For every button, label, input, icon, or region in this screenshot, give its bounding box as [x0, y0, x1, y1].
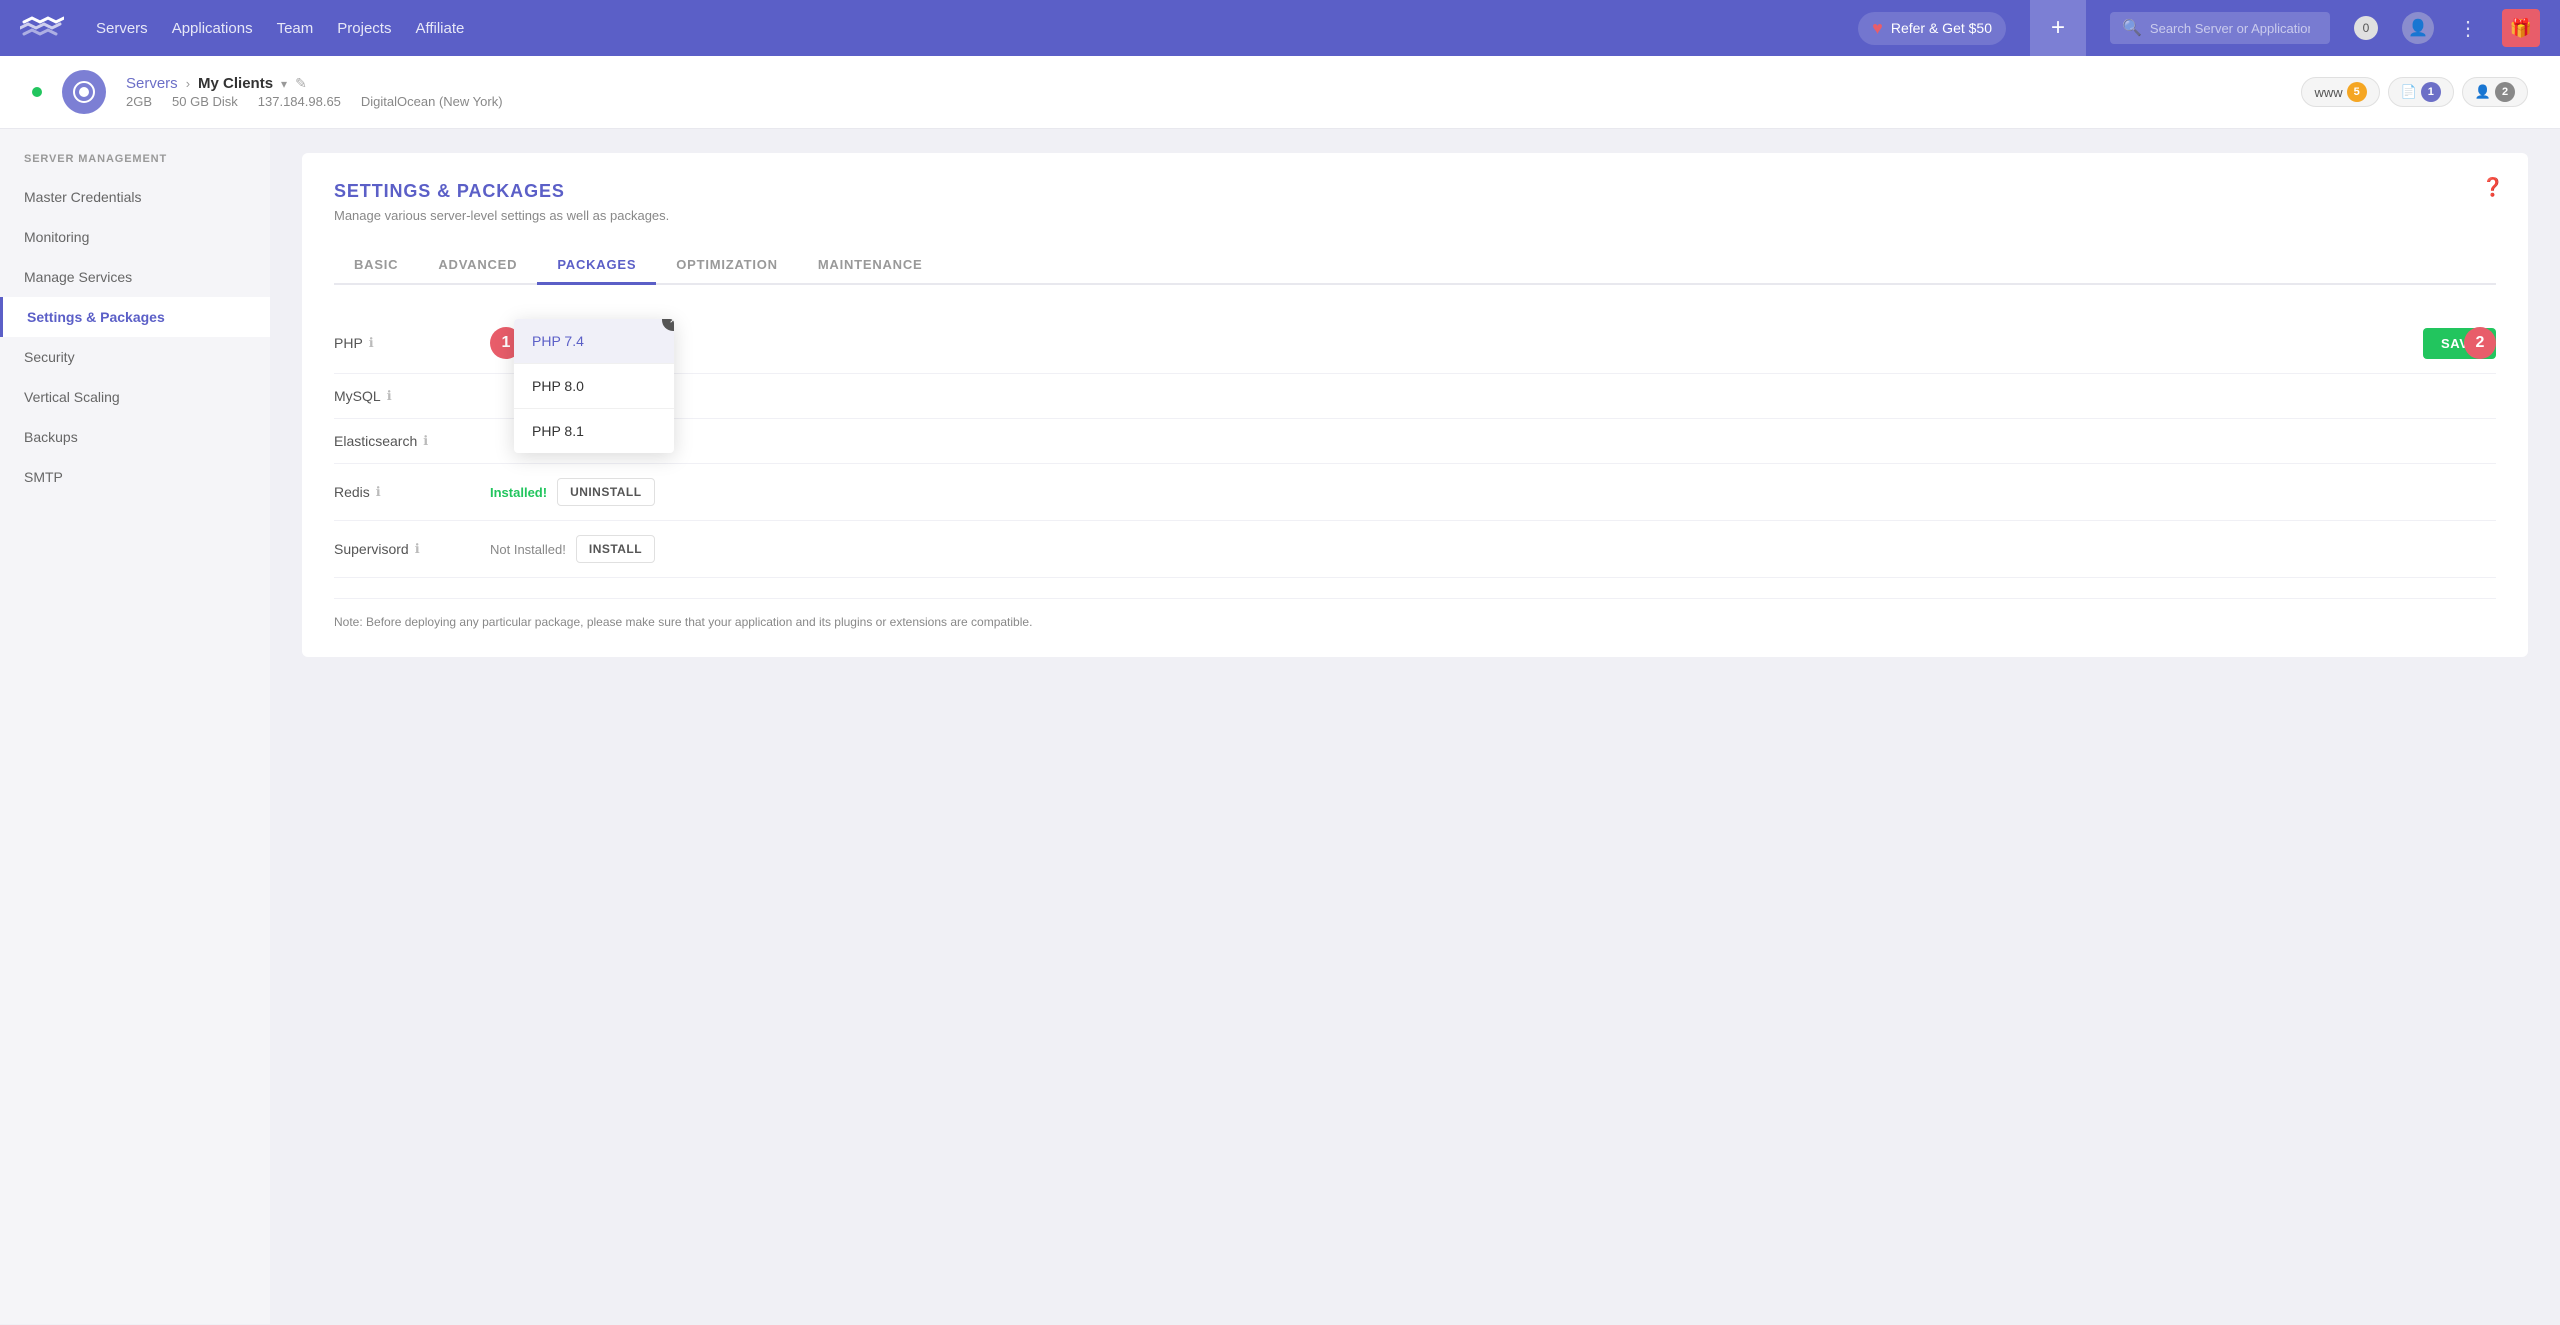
sidebar-section-title: Server Management — [0, 153, 270, 177]
tab-optimization[interactable]: OPTIMIZATION — [656, 247, 798, 285]
breadcrumb-separator: › — [186, 76, 190, 91]
content-area: SETTINGS & PACKAGES Manage various serve… — [270, 129, 2560, 1324]
php-step2-badge[interactable]: 2 — [2464, 327, 2496, 359]
refer-label: Refer & Get $50 — [1891, 20, 1992, 36]
nav-applications[interactable]: Applications — [172, 16, 253, 41]
redis-info-icon[interactable]: ℹ — [376, 484, 381, 500]
settings-title: SETTINGS & PACKAGES — [334, 181, 2496, 202]
sidebar-item-manage-services[interactable]: Manage Services — [0, 257, 270, 297]
php-option-81[interactable]: PHP 8.1 — [514, 409, 674, 453]
server-status-dot — [32, 87, 42, 97]
search-input[interactable] — [2150, 21, 2310, 36]
server-name: My Clients — [198, 75, 273, 92]
search-bar: 🔍 — [2110, 12, 2330, 44]
redis-control: Installed! UNINSTALL — [490, 478, 2496, 506]
supervisord-label: Supervisord ℹ — [334, 541, 474, 557]
settings-description: Manage various server-level settings as … — [334, 208, 2496, 223]
tab-maintenance[interactable]: MAINTENANCE — [798, 247, 943, 285]
php-option-80[interactable]: PHP 8.0 — [514, 364, 674, 409]
notification-badge[interactable]: 0 — [2354, 16, 2378, 40]
redis-status: Installed! — [490, 485, 547, 500]
logo[interactable] — [20, 14, 64, 42]
breadcrumb-servers[interactable]: Servers — [126, 75, 178, 92]
sidebar-item-vertical-scaling[interactable]: Vertical Scaling — [0, 377, 270, 417]
gift-button[interactable]: 🎁 — [2502, 9, 2540, 47]
server-ram: 2GB — [126, 94, 152, 109]
files-icon: 📄 — [2401, 84, 2417, 100]
supervisord-install-button[interactable]: INSTALL — [576, 535, 655, 563]
php-dropdown: × PHP 7.4 PHP 8.0 PHP 8.1 — [514, 319, 674, 453]
server-avatar — [62, 70, 106, 114]
sidebar-item-master-credentials[interactable]: Master Credentials — [0, 177, 270, 217]
settings-panel: SETTINGS & PACKAGES Manage various serve… — [302, 153, 2528, 657]
elasticsearch-info-icon[interactable]: ℹ — [423, 433, 428, 449]
search-icon: 🔍 — [2122, 18, 2142, 38]
supervisord-info-icon[interactable]: ℹ — [415, 541, 420, 557]
redis-uninstall-button[interactable]: UNINSTALL — [557, 478, 654, 506]
redis-label: Redis ℹ — [334, 484, 474, 500]
files-badge[interactable]: 📄 1 — [2388, 77, 2454, 107]
php-control: 1 × PHP 7.4 PHP 8.0 PHP 8.1 SAVE 2 — [490, 327, 2496, 359]
tabs: BASIC ADVANCED PACKAGES OPTIMIZATION MAI… — [334, 247, 2496, 285]
users-count: 2 — [2495, 82, 2515, 102]
nav-affiliate[interactable]: Affiliate — [415, 16, 464, 41]
nav-servers[interactable]: Servers — [96, 16, 148, 41]
topnav: Servers Applications Team Projects Affil… — [0, 0, 2560, 56]
supervisord-row: Supervisord ℹ Not Installed! INSTALL — [334, 521, 2496, 578]
sidebar-item-monitoring[interactable]: Monitoring — [0, 217, 270, 257]
sidebar-item-security[interactable]: Security — [0, 337, 270, 377]
nav-team[interactable]: Team — [277, 16, 314, 41]
supervisord-status: Not Installed! — [490, 542, 566, 557]
server-header-badges: www 5 📄 1 👤 2 — [2301, 77, 2528, 107]
www-label: www — [2314, 85, 2342, 100]
add-button[interactable]: + — [2030, 0, 2086, 56]
supervisord-control: Not Installed! INSTALL — [490, 535, 2496, 563]
avatar-icon: 👤 — [2408, 18, 2428, 38]
more-options-button[interactable]: ⋮ — [2458, 16, 2478, 41]
edit-server-name-icon[interactable]: ✎ — [295, 75, 307, 92]
server-provider: DigitalOcean (New York) — [361, 94, 503, 109]
server-ip: 137.184.98.65 — [258, 94, 341, 109]
sidebar-item-settings-packages[interactable]: Settings & Packages — [0, 297, 270, 337]
files-count: 1 — [2421, 82, 2441, 102]
server-dropdown-icon[interactable]: ▾ — [281, 77, 287, 91]
php-option-74[interactable]: PHP 7.4 — [514, 319, 674, 364]
help-icon[interactable]: ❓ — [2482, 177, 2504, 198]
mysql-label: MySQL ℹ — [334, 388, 474, 404]
avatar-button[interactable]: 👤 — [2402, 12, 2434, 44]
sidebar: Server Management Master Credentials Mon… — [0, 129, 270, 1324]
tab-basic[interactable]: BASIC — [334, 247, 418, 285]
mysql-info-icon[interactable]: ℹ — [387, 388, 392, 404]
users-icon: 👤 — [2475, 84, 2491, 100]
heart-icon: ♥ — [1872, 18, 1883, 39]
users-badge[interactable]: 👤 2 — [2462, 77, 2528, 107]
refer-button[interactable]: ♥ Refer & Get $50 — [1858, 12, 2006, 45]
tab-packages[interactable]: PACKAGES — [537, 247, 656, 285]
main-layout: Server Management Master Credentials Mon… — [0, 129, 2560, 1324]
compatibility-note: Note: Before deploying any particular pa… — [334, 598, 2496, 629]
sidebar-item-backups[interactable]: Backups — [0, 417, 270, 457]
php-row: PHP ℹ 1 × PHP 7.4 PHP 8.0 PHP 8.1 — [334, 313, 2496, 374]
elasticsearch-label: Elasticsearch ℹ — [334, 433, 474, 449]
server-header: Servers › My Clients ▾ ✎ 2GB 50 GB Disk … — [0, 56, 2560, 129]
sidebar-item-smtp[interactable]: SMTP — [0, 457, 270, 497]
www-badge[interactable]: www 5 — [2301, 77, 2379, 107]
php-info-icon[interactable]: ℹ — [369, 335, 374, 351]
www-count: 5 — [2347, 82, 2367, 102]
php-label: PHP ℹ — [334, 335, 474, 351]
redis-row: Redis ℹ Installed! UNINSTALL — [334, 464, 2496, 521]
server-disk: 50 GB Disk — [172, 94, 238, 109]
tab-advanced[interactable]: ADVANCED — [418, 247, 537, 285]
nav-projects[interactable]: Projects — [337, 16, 391, 41]
